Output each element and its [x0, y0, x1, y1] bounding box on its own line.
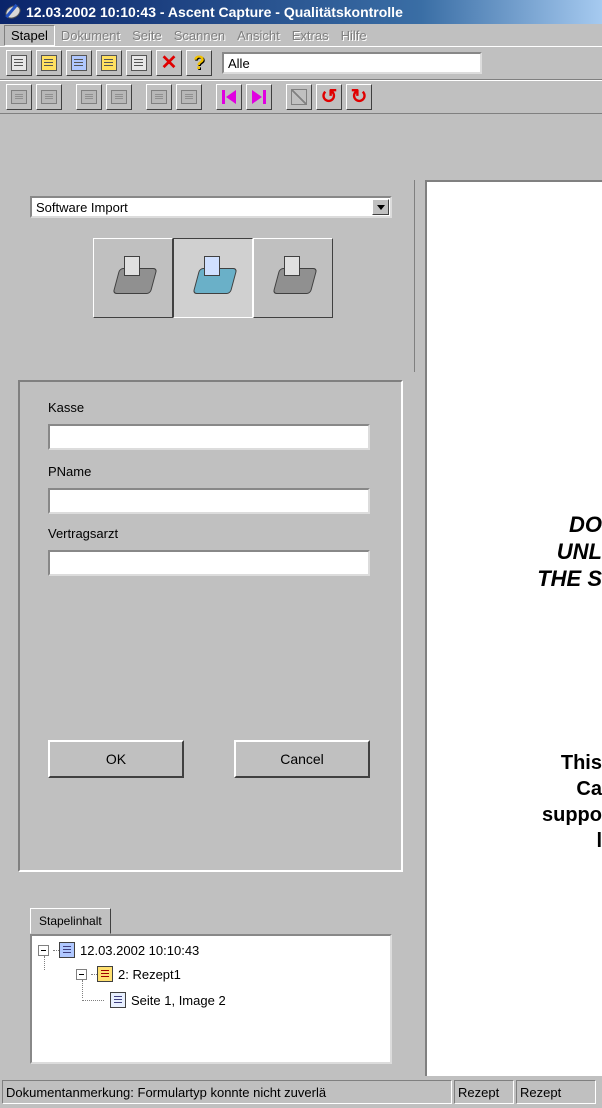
tree-document-label: 2: Rezept1 — [118, 966, 181, 982]
pname-field[interactable] — [48, 488, 370, 514]
menu-seite[interactable]: Seite — [126, 26, 168, 45]
next-batch-icon — [41, 90, 57, 104]
status-message: Dokumentanmerkung: Formulartyp konnte ni… — [2, 1080, 452, 1104]
batch-icon — [59, 942, 75, 958]
scanner-import-icon — [188, 256, 238, 300]
document-icon — [71, 55, 87, 71]
rotate-left-icon: ↺ — [320, 86, 338, 108]
rotate-left-button[interactable]: ↺ — [316, 84, 342, 110]
prev-document-icon — [81, 90, 97, 104]
batch-icon — [11, 55, 27, 71]
next-document-icon — [111, 90, 127, 104]
prev-document-button[interactable] — [76, 84, 102, 110]
vertragsarzt-label: Vertragsarzt — [48, 526, 119, 541]
scan-stop-button[interactable] — [253, 238, 333, 318]
page-icon — [131, 55, 147, 71]
chevron-down-icon[interactable] — [372, 199, 389, 215]
open-batch-button[interactable] — [36, 50, 62, 76]
next-document-button[interactable] — [106, 84, 132, 110]
status-document-class: Rezept — [516, 1080, 596, 1104]
scanner-disabled-icon — [268, 256, 318, 300]
tree-page-label: Seite 1, Image 2 — [131, 992, 226, 1008]
filter-combo[interactable]: Alle — [222, 52, 482, 74]
rotate-right-button[interactable]: ↻ — [346, 84, 372, 110]
pname-label: PName — [48, 464, 92, 479]
prev-batch-button[interactable] — [6, 84, 32, 110]
document-button[interactable] — [66, 50, 92, 76]
prev-batch-icon — [11, 90, 27, 104]
main-toolbar: ✕ ? Alle — [0, 46, 602, 80]
viewer-text-line3: THE S — [537, 566, 602, 591]
viewer-text-line1: DO — [569, 512, 602, 537]
menu-ansicht[interactable]: Ansicht — [231, 26, 286, 45]
title-bar: 12.03.2002 10:10:43 - Ascent Capture - Q… — [0, 0, 602, 24]
index-field-panel — [18, 380, 403, 872]
app-icon[interactable] — [4, 3, 22, 21]
deskew-button[interactable] — [286, 84, 312, 110]
kasse-field[interactable] — [48, 424, 370, 450]
ok-button[interactable]: OK — [48, 740, 184, 778]
document-icon — [97, 966, 113, 982]
first-page-icon — [221, 89, 237, 105]
tree-root-label: 12.03.2002 10:10:43 — [80, 942, 200, 958]
viewer-text-line7: l — [596, 830, 602, 852]
batch-properties-button[interactable] — [6, 50, 32, 76]
tree-document-node[interactable]: 2: Rezept1 — [76, 966, 181, 982]
next-page-button[interactable] — [176, 84, 202, 110]
prev-page-icon — [151, 90, 167, 104]
help-question-icon: ? — [193, 52, 205, 74]
move-document-button[interactable] — [96, 50, 122, 76]
scan-import-button[interactable] — [173, 238, 253, 318]
menu-scannen[interactable]: Scannen — [168, 26, 231, 45]
scanner-icon — [108, 256, 158, 300]
prev-page-button[interactable] — [146, 84, 172, 110]
tree-root-node[interactable]: 12.03.2002 10:10:43 — [38, 942, 199, 958]
last-page-icon — [251, 89, 267, 105]
tab-stapelinhalt[interactable]: Stapelinhalt — [30, 908, 111, 934]
scan-source-combo[interactable]: Software Import — [30, 196, 392, 218]
viewer-text-line5: Ca — [576, 778, 602, 800]
move-icon — [101, 55, 117, 71]
menu-stapel[interactable]: Stapel — [4, 24, 55, 46]
menu-dokument[interactable]: Dokument — [55, 26, 126, 45]
vertragsarzt-field[interactable] — [48, 550, 370, 576]
viewer-text-line2: UNL — [556, 539, 602, 564]
collapse-icon[interactable] — [76, 968, 87, 980]
scan-source-value: Software Import — [36, 199, 128, 215]
first-page-button[interactable] — [216, 84, 242, 110]
status-bar: Dokumentanmerkung: Formulartyp konnte ni… — [0, 1076, 602, 1108]
rotate-right-icon: ↻ — [350, 86, 368, 108]
filter-value: Alle — [228, 55, 250, 71]
menu-hilfe[interactable]: Hilfe — [335, 26, 373, 45]
viewer-text-line6: suppo — [542, 804, 602, 826]
menu-bar: Stapel Dokument Seite Scannen Ansicht Ex… — [0, 24, 602, 46]
status-form-type: Rezept — [454, 1080, 514, 1104]
viewer-text-line4: This — [560, 752, 602, 774]
folder-icon — [41, 55, 57, 71]
image-viewer[interactable] — [425, 180, 602, 1076]
menu-extras[interactable]: Extras — [286, 26, 335, 45]
next-page-icon — [181, 90, 197, 104]
kasse-label: Kasse — [48, 400, 85, 415]
page-button[interactable] — [126, 50, 152, 76]
deskew-icon — [291, 89, 307, 105]
scan-button[interactable] — [93, 238, 173, 318]
delete-button[interactable]: ✕ — [156, 50, 182, 76]
pane-splitter[interactable] — [415, 178, 425, 1076]
batch-tree: 12.03.2002 10:10:43 2: Rezept1 Seite 1, … — [30, 934, 392, 1064]
delete-x-icon: ✕ — [160, 52, 178, 74]
next-batch-button[interactable] — [36, 84, 62, 110]
collapse-icon[interactable] — [38, 944, 49, 956]
window-title: 12.03.2002 10:10:43 - Ascent Capture - Q… — [26, 4, 403, 20]
navigation-toolbar: ↺ ↻ — [0, 80, 602, 114]
cancel-button[interactable]: Cancel — [234, 740, 370, 778]
last-page-button[interactable] — [246, 84, 272, 110]
help-button[interactable]: ? — [186, 50, 212, 76]
tree-page-node[interactable]: Seite 1, Image 2 — [82, 992, 226, 1008]
page-icon — [110, 992, 126, 1008]
